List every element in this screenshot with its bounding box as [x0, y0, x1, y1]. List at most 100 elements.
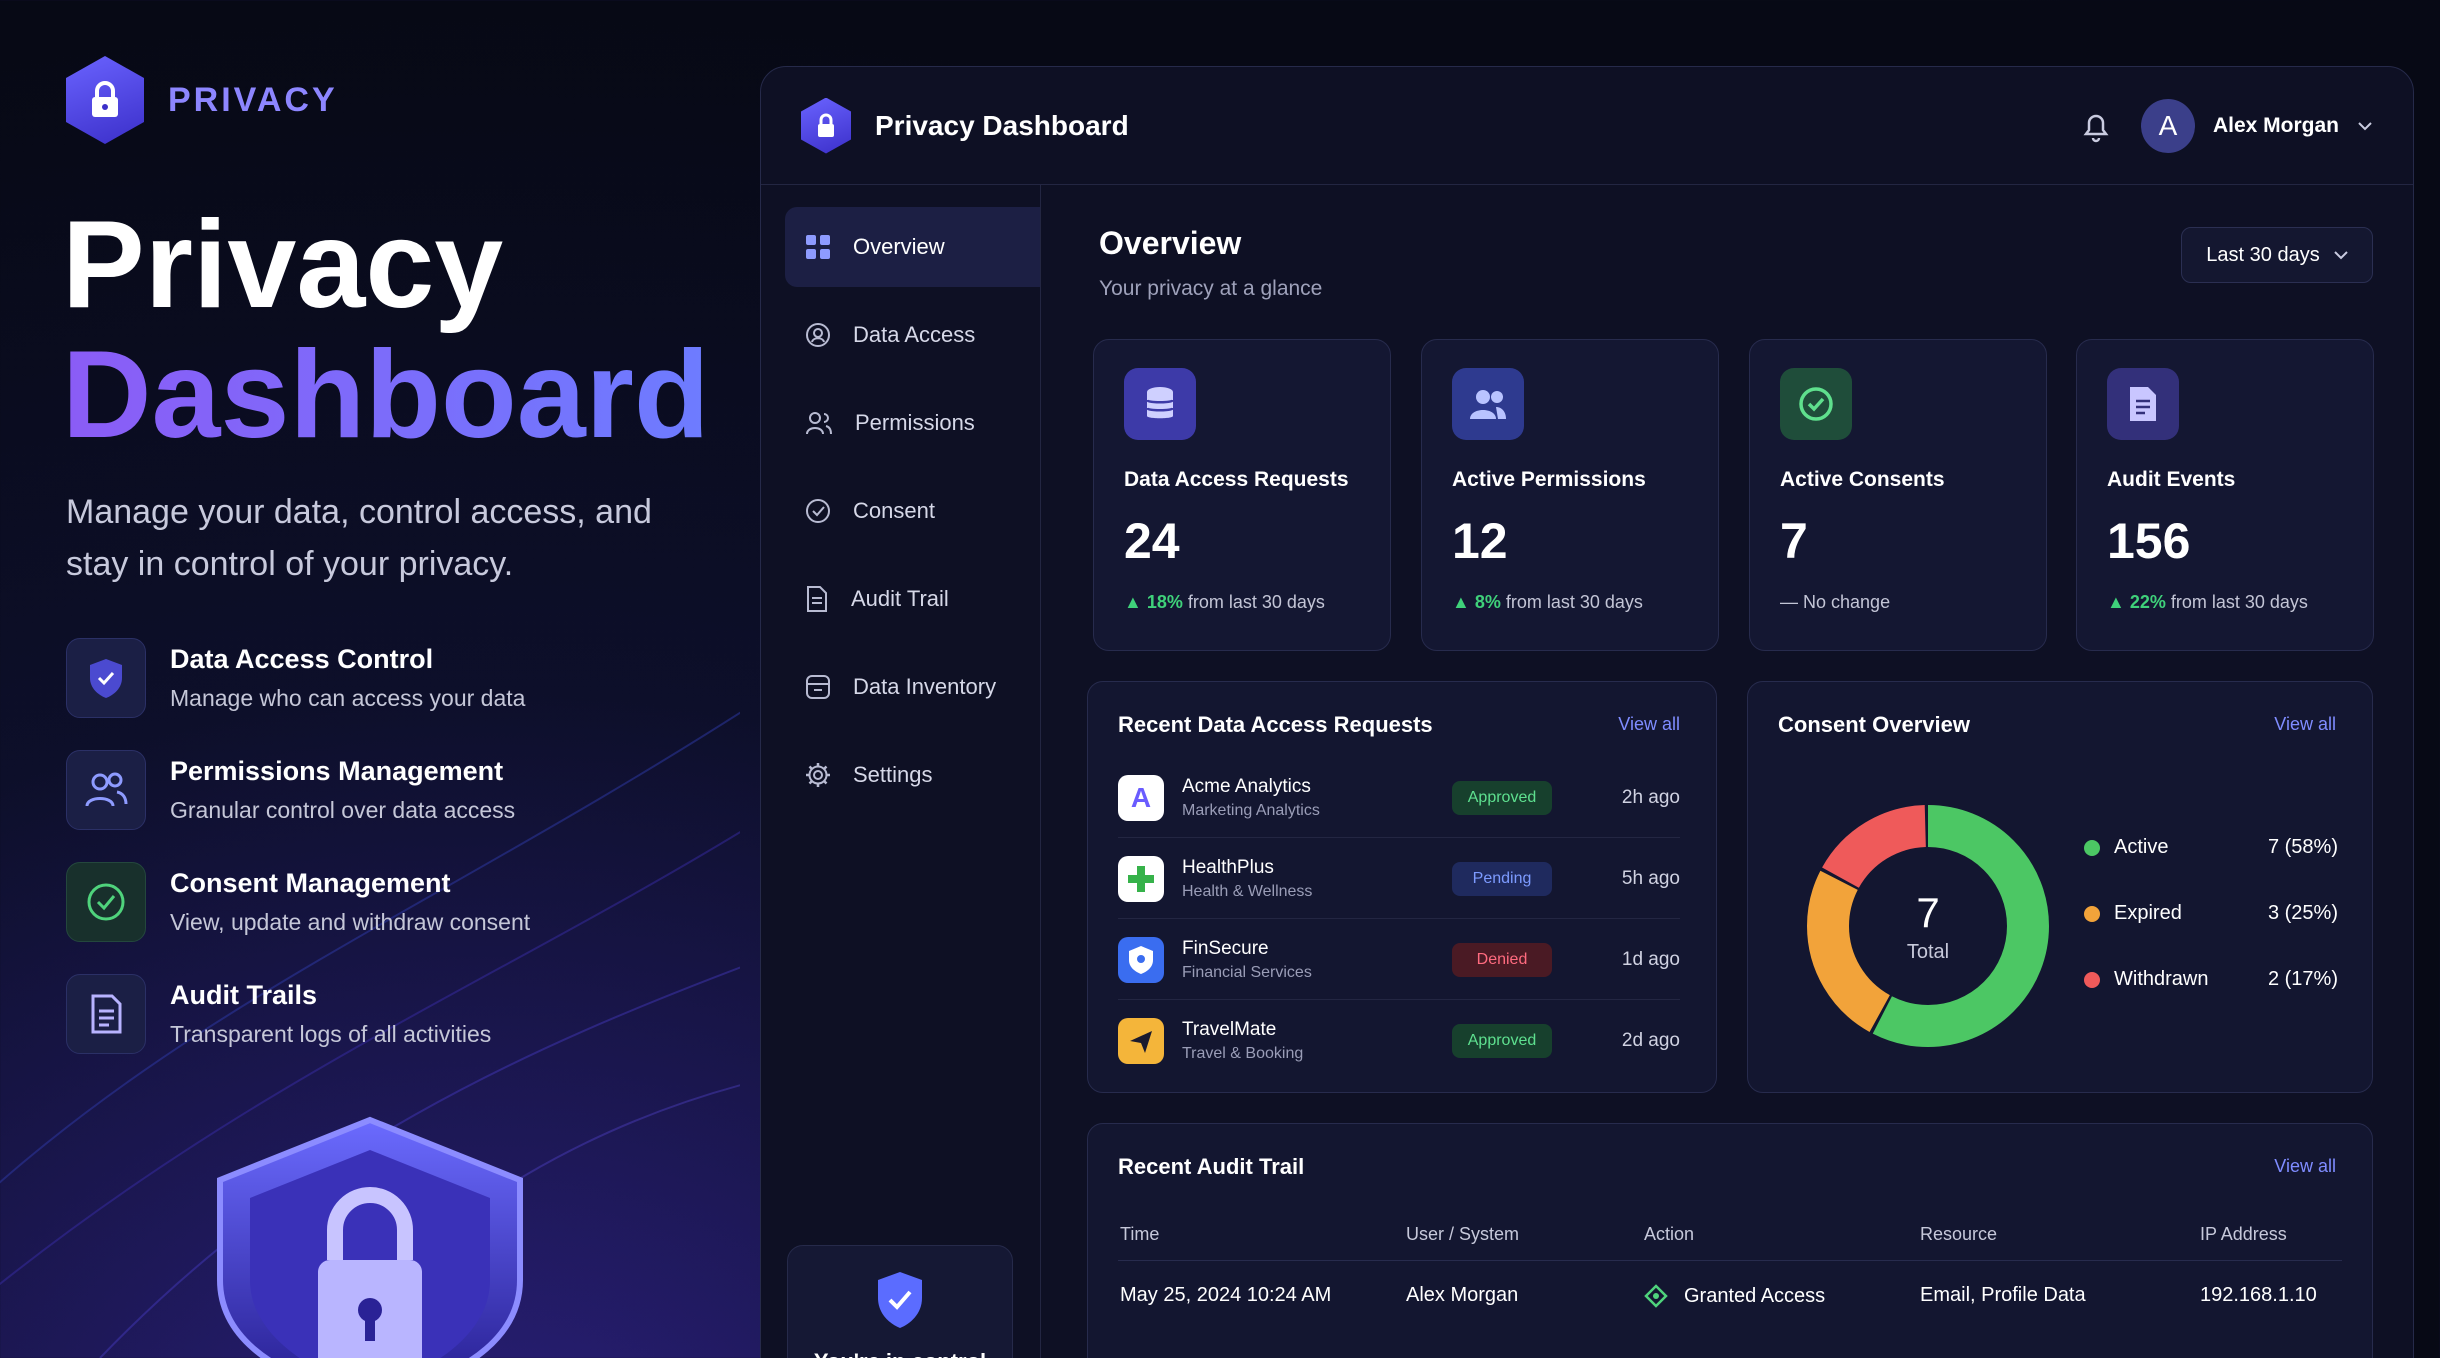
request-row[interactable]: FinSecure Financial Services Denied 1d ag… [1118, 920, 1680, 1000]
overview-subtitle: Your privacy at a glance [1099, 277, 1323, 300]
sidebar-item-settings[interactable]: Settings [785, 735, 1040, 815]
view-all-link[interactable]: View all [2274, 714, 2336, 735]
finsecure-logo-icon [1118, 936, 1164, 983]
chevron-down-icon[interactable] [2357, 121, 2373, 131]
feature-consent: Consent Management View, update and with… [66, 862, 530, 942]
sidebar-item-overview[interactable]: Overview [785, 207, 1040, 287]
top-bar: Privacy Dashboard A Alex Morgan [761, 67, 2413, 185]
stat-change-text: from last 30 days [1505, 592, 1643, 612]
overview-title: Overview [1099, 225, 1242, 261]
feature-data-access: Data Access Control Manage who can acces… [66, 638, 525, 718]
donut-total-label: Total [1906, 940, 1950, 963]
trend-up-icon: ▲ [1124, 592, 1147, 612]
request-time: 2h ago [1621, 786, 1680, 808]
legend-active: Active 7 (58%) [2084, 836, 2338, 859]
lock-icon [66, 56, 144, 144]
brand: PRIVACY [66, 56, 338, 144]
request-name: HealthPlus [1182, 856, 1274, 878]
sidebar-item-label: Permissions [855, 410, 975, 435]
stat-card-data-access[interactable]: Data Access Requests 24 ▲ 18% from last … [1093, 339, 1391, 651]
view-all-link[interactable]: View all [1618, 714, 1680, 735]
grid-icon [806, 235, 830, 259]
stat-card-audit[interactable]: Audit Events 156 ▲ 22% from last 30 days [2076, 339, 2374, 651]
view-all-link[interactable]: View all [2274, 1156, 2336, 1177]
stat-value: 24 [1124, 513, 1180, 569]
big-shield-lock-icon [217, 1116, 523, 1358]
donut-center: 7 Total [1788, 786, 2068, 1066]
user-name[interactable]: Alex Morgan [2213, 114, 2339, 138]
request-row[interactable]: TravelMate Travel & Booking Approved 2d a… [1118, 1001, 1680, 1081]
stat-label: Audit Events [2107, 468, 2236, 491]
sidebar-item-data-access[interactable]: Data Access [785, 295, 1040, 375]
audit-resource: Email, Profile Data [1920, 1284, 2086, 1306]
stat-change: ▲ 8% from last 30 days [1452, 592, 1688, 613]
sidebar-item-permissions[interactable]: Permissions [785, 383, 1040, 463]
sidebar-item-data-inventory[interactable]: Data Inventory [785, 647, 1040, 727]
request-row[interactable]: A Acme Analytics Marketing Analytics Appr… [1118, 758, 1680, 838]
dashboard-window: Privacy Dashboard A Alex Morgan Overview… [760, 66, 2414, 1358]
hero-title: Privacy Dashboard [62, 200, 710, 460]
user-menu[interactable]: A Alex Morgan [2140, 98, 2373, 153]
users-icon [1452, 368, 1524, 440]
sidebar-item-audit-trail[interactable]: Audit Trail [785, 559, 1040, 639]
sidebar-item-label: Data Inventory [853, 674, 997, 699]
feature-audit: Audit Trails Transparent logs of all act… [66, 974, 491, 1054]
sidebar-item-label: Consent [853, 498, 935, 523]
trend-up-icon: ▲ [1452, 592, 1475, 612]
column-header[interactable]: Action [1644, 1224, 1694, 1245]
users-icon [66, 750, 146, 830]
feature-title: Consent Management [170, 868, 451, 898]
request-name: TravelMate [1182, 1019, 1277, 1040]
feature-title: Audit Trails [170, 980, 318, 1010]
hero-section: PRIVACY Privacy Dashboard Manage your da… [0, 0, 740, 1358]
card-title: Recent Data Access Requests [1118, 712, 1433, 737]
feature-permissions: Permissions Management Granular control … [66, 750, 515, 830]
stat-change-value: — [1780, 592, 1798, 612]
sidebar-item-consent[interactable]: Consent [785, 471, 1040, 551]
stat-value: 12 [1452, 513, 1508, 569]
column-header[interactable]: User / System [1406, 1224, 1519, 1245]
chevron-down-icon [2333, 250, 2348, 259]
control-text: You're in control [788, 1349, 1012, 1358]
stat-change-text: No change [1803, 592, 1891, 612]
consent-overview-card: Consent Overview View all 7 Total Active… [1747, 681, 2373, 1093]
stat-change-text: from last 30 days [2170, 592, 2308, 612]
main-content: Overview Your privacy at a glance Last 3… [1041, 185, 2413, 1358]
trend-up-icon: ▲ [2107, 592, 2130, 612]
status-badge: Approved [1452, 1024, 1552, 1058]
feature-desc: View, update and withdraw consent [170, 909, 531, 935]
document-icon [807, 586, 827, 612]
avatar[interactable]: A [2140, 98, 2195, 153]
card-title: Consent Overview [1778, 712, 1970, 737]
request-row[interactable]: HealthPlus Health & Wellness Pending 5h a… [1118, 839, 1680, 919]
request-category: Health & Wellness [1182, 882, 1313, 900]
stat-change: ▲ 18% from last 30 days [1124, 592, 1360, 613]
stat-change: — No change [1780, 592, 2016, 613]
document-icon [2107, 368, 2179, 440]
request-name: Acme Analytics [1182, 775, 1311, 797]
request-time: 2d ago [1621, 1030, 1680, 1051]
bell-icon[interactable] [2081, 109, 2111, 143]
sidebar: Overview Data Access Permissions Consent… [761, 185, 1041, 1358]
stat-card-consents[interactable]: Active Consents 7 — No change [1749, 339, 2047, 651]
request-name: FinSecure [1182, 937, 1269, 959]
stat-label: Active Consents [1780, 468, 1945, 491]
column-header[interactable]: Resource [1920, 1224, 1997, 1245]
brand-name: PRIVACY [168, 80, 338, 119]
request-category: Travel & Booking [1182, 1045, 1304, 1062]
check-circle-icon [806, 499, 830, 523]
stat-label: Active Permissions [1452, 468, 1646, 491]
column-header[interactable]: Time [1120, 1224, 1159, 1245]
check-circle-icon [66, 862, 146, 942]
legend-label: Withdrawn [2114, 968, 2209, 990]
stat-card-permissions[interactable]: Active Permissions 12 ▲ 8% from last 30 … [1421, 339, 1719, 651]
divider [1118, 1260, 2342, 1261]
column-header[interactable]: IP Address [2200, 1224, 2287, 1245]
feature-desc: Granular control over data access [170, 797, 516, 823]
legend-expired: Expired 3 (25%) [2084, 902, 2338, 925]
stat-value: 156 [2107, 513, 2191, 569]
audit-user: Alex Morgan [1406, 1284, 1519, 1306]
request-category: Marketing Analytics [1182, 801, 1320, 819]
date-range-select[interactable]: Last 30 days [2181, 227, 2373, 283]
document-icon [66, 974, 146, 1054]
